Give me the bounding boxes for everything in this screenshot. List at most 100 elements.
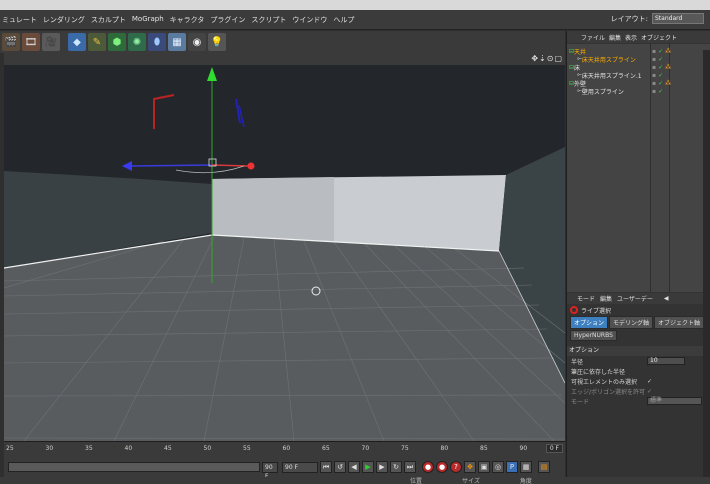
timeline-tick: 60 (282, 445, 291, 452)
timeline-tick: 45 (164, 445, 172, 452)
timeline-tick: 25 (6, 445, 14, 452)
pressure-label: 筆圧に依存した半径 (571, 368, 626, 376)
object-flags[interactable]: ▪ ✓ ⁂ (652, 64, 671, 71)
deformer-icon[interactable]: ⬮ (148, 33, 166, 51)
mode-select[interactable]: 標準 (647, 397, 702, 405)
enabled-check-icon[interactable]: ✓ (658, 64, 663, 71)
pen-spline-icon[interactable]: ✎ (88, 33, 106, 51)
object-row[interactable]: ⟜ 床天井用スプライン.1 ▪ ✓ (567, 71, 710, 80)
viewport-scene (4, 65, 565, 441)
menu-item[interactable]: スカルプト (91, 15, 132, 25)
om-menu-file[interactable]: ファイル (581, 33, 605, 42)
rotate-key-icon[interactable]: ◎ (492, 461, 504, 473)
enabled-check-icon[interactable]: ✓ (658, 56, 663, 63)
mode-label: モード (571, 398, 590, 406)
attr-menu-edit[interactable]: 編集 (600, 294, 612, 303)
menu-item[interactable]: プラグイン (210, 15, 251, 25)
timeline-tick: 30 (45, 445, 54, 452)
transport-bar: 90 F 90 F ⏮ ↺ ◀ ▶ ▶ ↻ ⏭ ● ● ? ✥ ▣ ◎ P ▦ … (4, 457, 565, 480)
object-flags[interactable]: ▪ ✓ (652, 56, 663, 63)
object-flags[interactable]: ▪ ✓ (652, 88, 663, 95)
visible-only-checkbox[interactable]: ✓ (647, 378, 652, 385)
keyframe-selection-icon[interactable]: ? (450, 461, 462, 473)
menu-item[interactable]: レンダリング (43, 15, 91, 25)
menu-item[interactable]: ウインドウ (292, 15, 333, 25)
record-icon[interactable]: ● (422, 461, 434, 473)
object-row[interactable]: ⟜ 壁用スプライン ▪ ✓ (567, 87, 710, 96)
tag-icon[interactable]: ⁂ (665, 64, 671, 71)
cube-icon[interactable]: ◆ (68, 33, 86, 51)
om-menu-edit[interactable]: 編集 (609, 33, 621, 42)
om-menu-view[interactable]: 表示 (625, 33, 637, 42)
timeline-scrubber[interactable] (8, 462, 260, 472)
enabled-check-icon[interactable]: ✓ (658, 88, 663, 95)
menu-item[interactable]: スクリプト (251, 15, 292, 25)
section-header: オプション (567, 346, 710, 356)
start-frame-field[interactable]: 90 F (262, 461, 278, 480)
enabled-check-icon[interactable]: ✓ (658, 72, 663, 79)
edge-selection-row: エッジ/ポリゴン選択を許可 ✓ (567, 386, 710, 396)
main-toolbar: 🎬 🎞 🎥 ◆ ✎ ⬢ ✺ ⬮ ▦ ◉ 💡 (0, 31, 565, 53)
enabled-check-icon[interactable]: ✓ (658, 80, 663, 87)
next-frame-icon[interactable]: ▶ (376, 461, 388, 473)
menu-item[interactable]: ヘルプ (333, 15, 360, 25)
pla-key-icon[interactable]: ▦ (520, 461, 532, 473)
play-icon[interactable]: ▶ (362, 461, 374, 473)
move-key-icon[interactable]: ✥ (464, 461, 476, 473)
3d-viewport[interactable]: ✥⇣⊙▢ (4, 53, 565, 441)
attr-menu-userdata[interactable]: ユーザーデー (617, 294, 653, 303)
timeline-settings-icon[interactable]: ▤ (538, 461, 550, 473)
object-flags[interactable]: ▪ ✓ ⁂ (652, 80, 671, 87)
coord-size-label: サイズ (462, 478, 480, 484)
x-axis-line (211, 164, 249, 167)
coord-rotation-label: 角度 (519, 478, 532, 484)
render-picture-viewer-icon[interactable]: 🎞 (22, 33, 40, 51)
object-flags[interactable]: ▪ ✓ (652, 72, 663, 79)
layout-selector: レイアウト: Standard (611, 13, 704, 24)
autokey-icon[interactable]: ● (436, 461, 448, 473)
x-axis-handle (247, 162, 255, 170)
goto-start-icon[interactable]: ⏮ (320, 461, 332, 473)
attribute-tab[interactable]: オプション (570, 316, 609, 329)
timeline-tick: 65 (322, 445, 330, 452)
radius-field[interactable]: 10 (647, 357, 685, 365)
attribute-tabs: オプション モデリング軸 オブジェクト軸 HyperNURBS (567, 316, 710, 341)
timeline-tick: 90 (519, 445, 528, 452)
layout-dropdown[interactable]: Standard (652, 13, 704, 24)
object-flags[interactable]: ▪ ✓ ⁂ (652, 48, 671, 55)
attribute-tab[interactable]: モデリング軸 (609, 316, 654, 329)
edge-selection-checkbox[interactable]: ✓ (647, 388, 652, 395)
camera-icon[interactable]: ◉ (188, 33, 206, 51)
floor-icon[interactable]: ▦ (168, 33, 186, 51)
attr-menu-mode[interactable]: モード (577, 294, 595, 303)
layout-label: レイアウト: (610, 14, 648, 23)
end-frame-field[interactable]: 90 F (282, 461, 318, 473)
om-menu-object[interactable]: オブジェクト (641, 33, 677, 42)
light-icon[interactable]: 💡 (208, 33, 226, 51)
tag-icon[interactable]: ⁂ (665, 80, 671, 87)
object-row[interactable]: ⟜ 床天井用スプライン ▪ ✓ (567, 55, 710, 64)
enabled-check-icon[interactable]: ✓ (658, 48, 663, 55)
menu-item[interactable]: ミュレート (2, 15, 43, 25)
menu-item[interactable]: MoGraph (132, 15, 170, 25)
prev-key-icon[interactable]: ↺ (334, 461, 346, 473)
prev-frame-icon[interactable]: ◀ (348, 461, 360, 473)
param-key-icon[interactable]: P (506, 461, 518, 473)
viewport-nav-icons[interactable]: ✥⇣⊙▢ (531, 54, 563, 63)
scale-key-icon[interactable]: ▣ (478, 461, 490, 473)
subdivision-icon[interactable]: ⬢ (108, 33, 126, 51)
attribute-tab[interactable]: オブジェクト軸 (654, 316, 705, 329)
timeline-ruler[interactable]: 25 30 35 40 45 50 55 60 65 70 75 80 85 90 0 F (4, 441, 565, 457)
radius-row: 半径 10 (567, 356, 710, 366)
tag-icon[interactable]: ⁂ (665, 48, 671, 55)
array-icon[interactable]: ✺ (128, 33, 146, 51)
menu-item[interactable]: キャラクタ (170, 15, 211, 25)
attribute-tab[interactable]: HyperNURBS (570, 330, 617, 341)
goto-end-icon[interactable]: ⏭ (404, 461, 416, 473)
render-view-icon[interactable]: 🎬 (2, 33, 20, 51)
render-settings-icon[interactable]: 🎥 (42, 33, 60, 51)
title-strip (0, 0, 710, 10)
attr-back-icon[interactable]: ◀ (664, 295, 669, 302)
side-tabs-strip (703, 50, 710, 477)
next-key-icon[interactable]: ↻ (390, 461, 402, 473)
